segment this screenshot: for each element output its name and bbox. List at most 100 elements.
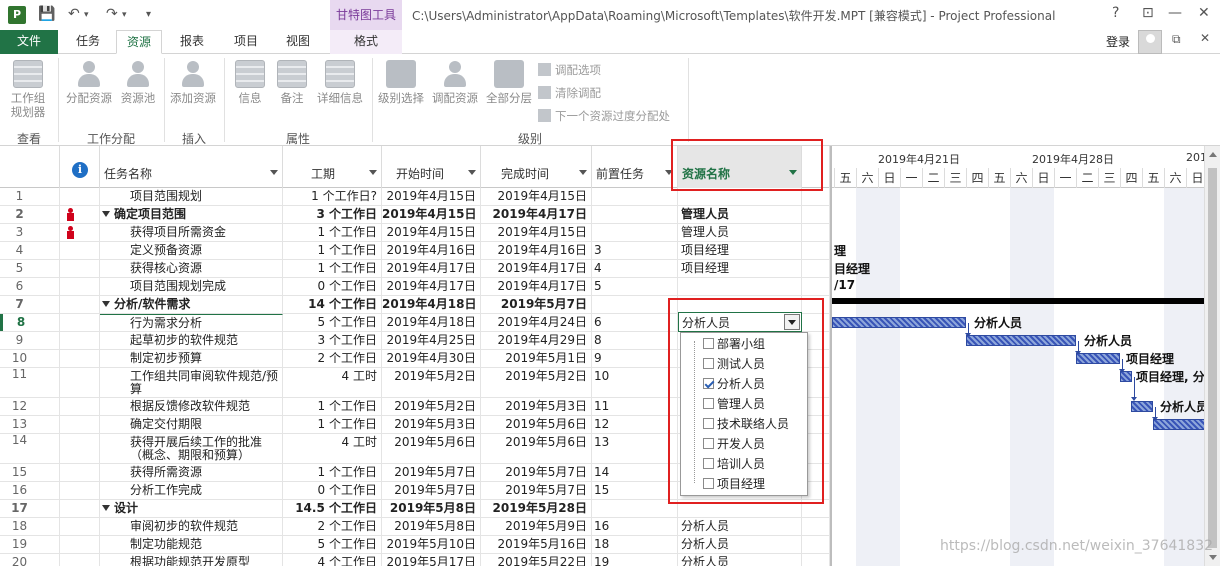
duration-cell[interactable]: 5 个工作日 <box>283 314 382 331</box>
resource-option[interactable]: 项目经理 <box>703 475 765 492</box>
resource-names-cell[interactable] <box>678 296 802 313</box>
table-row[interactable]: 17 设计 14.5 个工作日 2019年5月8日 2019年5月28日 <box>0 500 830 518</box>
resource-names-cell[interactable]: 管理人员 <box>678 206 802 223</box>
gantt-dependency-link[interactable] <box>1119 359 1125 373</box>
start-cell[interactable]: 2019年5月7日 <box>382 464 481 481</box>
row-number[interactable]: 1 <box>0 188 60 205</box>
add-column-cell[interactable] <box>802 206 830 223</box>
indicator-cell[interactable] <box>60 518 100 535</box>
resource-option[interactable]: 分析人员 <box>703 375 765 392</box>
predecessors-cell[interactable]: 14 <box>592 464 678 481</box>
finish-cell[interactable]: 2019年5月28日 <box>481 500 592 517</box>
tab-resource[interactable]: 资源 <box>116 30 163 54</box>
start-cell[interactable]: 2019年5月8日 <box>382 500 481 517</box>
add-column-cell[interactable] <box>802 224 830 241</box>
task-name-cell[interactable]: 项目范围规划完成 <box>100 278 283 295</box>
row-number[interactable]: 5 <box>0 260 60 277</box>
duration-cell[interactable]: 5 个工作日 <box>283 536 382 553</box>
start-cell[interactable]: 2019年4月17日 <box>382 260 481 277</box>
finish-cell[interactable]: 2019年5月16日 <box>481 536 592 553</box>
duration-cell[interactable]: 14.5 个工作日 <box>283 500 382 517</box>
start-cell[interactable]: 2019年5月3日 <box>382 416 481 433</box>
start-cell[interactable]: 2019年4月25日 <box>382 332 481 349</box>
tab-view[interactable]: 视图 <box>276 30 320 54</box>
table-row[interactable]: 2 确定项目范围 3 个工作日 2019年4月15日 2019年4月17日 管理人员 <box>0 206 830 224</box>
table-row[interactable]: 3 获得项目所需资金 1 个工作日 2019年4月15日 2019年4月15日 管理人员 <box>0 224 830 242</box>
predecessors-cell[interactable]: 18 <box>592 536 678 553</box>
sign-in-link[interactable]: 登录 <box>1106 33 1130 50</box>
task-name-cell[interactable]: 获得开展后续工作的批准（概念、期限和预算） <box>100 434 283 463</box>
indicator-cell[interactable] <box>60 332 100 349</box>
ribbon-restore-icon[interactable]: ⧉ <box>1172 32 1181 47</box>
row-number[interactable]: 3 <box>0 224 60 241</box>
tab-project[interactable]: 项目 <box>224 30 268 54</box>
next-overallocation-button[interactable]: 下一个资源过度分配处 <box>538 108 670 124</box>
level-selection-button[interactable]: 级别选择 <box>374 60 428 105</box>
duration-cell[interactable]: 2 个工作日 <box>283 518 382 535</box>
finish-cell[interactable]: 2019年5月9日 <box>481 518 592 535</box>
checkbox-icon[interactable] <box>703 338 714 349</box>
task-name-cell[interactable]: 根据功能规范开发原型 <box>100 554 283 566</box>
predecessors-cell[interactable] <box>592 188 678 205</box>
predecessors-cell[interactable] <box>592 296 678 313</box>
duration-cell[interactable]: 3 个工作日 <box>283 332 382 349</box>
row-number[interactable]: 19 <box>0 536 60 553</box>
predecessors-cell[interactable]: 8 <box>592 332 678 349</box>
table-row[interactable]: 18 审阅初步的软件规范 2 个工作日 2019年5月8日 2019年5月9日 16 分析人… <box>0 518 830 536</box>
duration-cell[interactable]: 0 个工作日 <box>283 482 382 499</box>
start-cell[interactable]: 2019年5月6日 <box>382 434 481 463</box>
duration-cell[interactable]: 1 个工作日 <box>283 224 382 241</box>
chevron-down-icon[interactable] <box>270 170 278 175</box>
gantt-task-bar[interactable] <box>1153 419 1204 430</box>
indicator-cell[interactable] <box>60 464 100 481</box>
checkbox-icon[interactable] <box>703 478 714 489</box>
resource-names-cell[interactable]: 管理人员 <box>678 224 802 241</box>
vertical-scrollbar[interactable] <box>1204 146 1220 566</box>
gantt-dependency-link[interactable] <box>1152 407 1158 421</box>
predecessors-cell[interactable]: 4 <box>592 260 678 277</box>
predecessors-cell[interactable]: 19 <box>592 554 678 566</box>
start-cell[interactable]: 2019年4月18日 <box>382 314 481 331</box>
row-number[interactable]: 2 <box>0 206 60 223</box>
indicator-cell[interactable] <box>60 500 100 517</box>
save-icon[interactable]: 💾 <box>38 6 55 22</box>
table-row[interactable]: 4 定义预备资源 1 个工作日 2019年4月16日 2019年4月16日 3 项目经理 <box>0 242 830 260</box>
row-number[interactable]: 6 <box>0 278 60 295</box>
header-duration[interactable]: 工期 <box>283 146 382 188</box>
duration-cell[interactable]: 4 工时 <box>283 368 382 397</box>
header-row-select[interactable] <box>0 146 60 188</box>
indicator-cell[interactable] <box>60 188 100 205</box>
finish-cell[interactable]: 2019年5月1日 <box>481 350 592 367</box>
start-cell[interactable]: 2019年4月30日 <box>382 350 481 367</box>
scroll-down-icon[interactable] <box>1209 555 1217 560</box>
table-row[interactable]: 20 根据功能规范开发原型 4 个工作日 2019年5月17日 2019年5月22日 19… <box>0 554 830 566</box>
finish-cell[interactable]: 2019年5月7日 <box>481 482 592 499</box>
indicator-cell[interactable] <box>60 296 100 313</box>
task-name-cell[interactable]: 确定交付期限 <box>100 416 283 433</box>
task-name-cell[interactable]: 设计 <box>100 500 283 517</box>
predecessors-cell[interactable]: 15 <box>592 482 678 499</box>
duration-cell[interactable]: 14 个工作日 <box>283 296 382 313</box>
gantt-task-bar[interactable] <box>832 317 966 328</box>
finish-cell[interactable]: 2019年5月6日 <box>481 416 592 433</box>
chevron-down-icon[interactable] <box>579 170 587 175</box>
row-number[interactable]: 12 <box>0 398 60 415</box>
task-name-cell[interactable]: 分析/软件需求 <box>100 296 283 313</box>
gantt-task-bar[interactable] <box>1131 401 1153 412</box>
gantt-dependency-link[interactable] <box>1075 341 1081 355</box>
add-resources-button[interactable]: 添加资源 <box>166 60 220 105</box>
duration-cell[interactable]: 1 个工作日 <box>283 260 382 277</box>
indicator-cell[interactable] <box>60 368 100 397</box>
gantt-dependency-link[interactable] <box>965 323 971 337</box>
start-cell[interactable]: 2019年5月7日 <box>382 482 481 499</box>
finish-cell[interactable]: 2019年4月17日 <box>481 278 592 295</box>
task-name-cell[interactable]: 确定项目范围 <box>100 206 283 223</box>
row-number[interactable]: 4 <box>0 242 60 259</box>
level-resource-button[interactable]: 调配资源 <box>428 60 482 105</box>
row-number[interactable]: 7 <box>0 296 60 313</box>
table-row[interactable]: 6 项目范围规划完成 0 个工作日 2019年4月17日 2019年4月17日 5 <box>0 278 830 296</box>
duration-cell[interactable]: 1 个工作日 <box>283 398 382 415</box>
header-start[interactable]: 开始时间 <box>382 146 481 188</box>
start-cell[interactable]: 2019年4月18日 <box>382 296 481 313</box>
tab-report[interactable]: 报表 <box>170 30 214 54</box>
